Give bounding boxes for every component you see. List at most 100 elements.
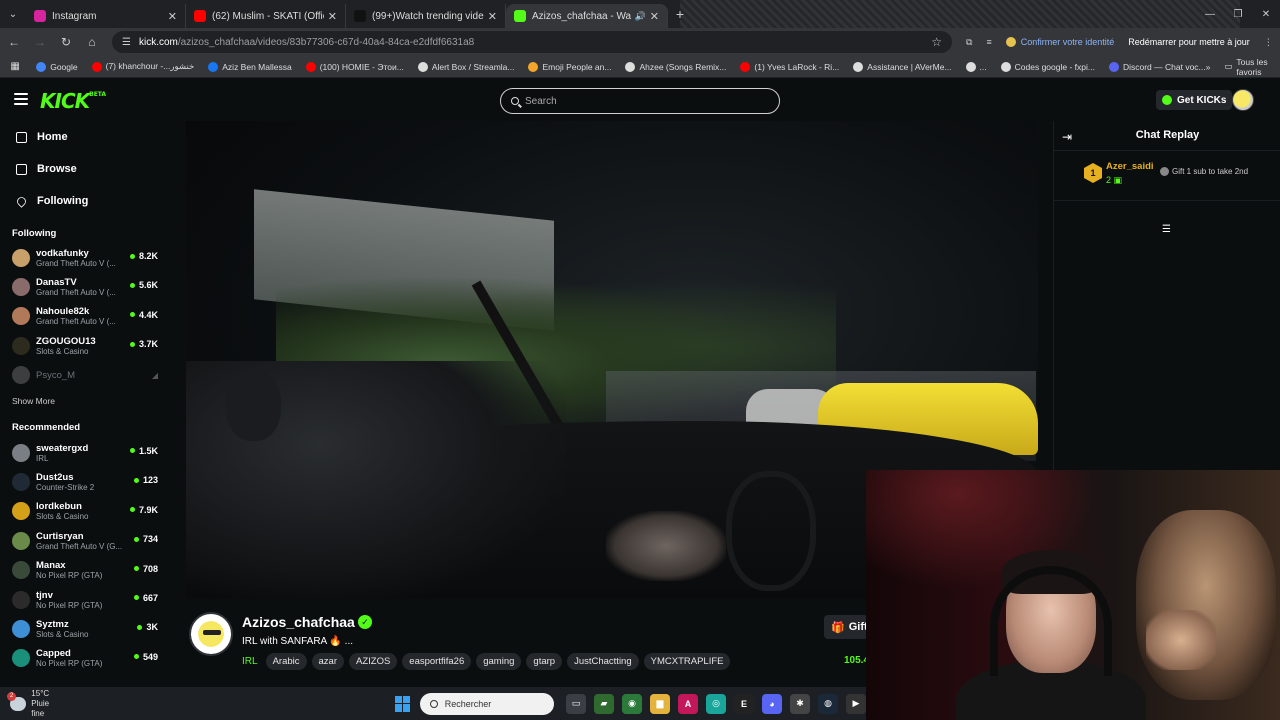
pinned-username[interactable]: Azer_saidi: [1106, 161, 1154, 172]
sidebar-channel[interactable]: Nahoule82k Grand Theft Auto V (... 4.4K: [0, 302, 170, 331]
bookmark-item[interactable]: Codes google - fxpi...: [1000, 61, 1095, 72]
windows-start-icon[interactable]: [395, 695, 410, 712]
address-bar[interactable]: ☰ kick.com /azizos_chafchaa/videos/83b77…: [112, 31, 952, 53]
forward-icon[interactable]: →: [28, 35, 52, 49]
sidebar-channel[interactable]: vodkafunky Grand Theft Auto V (... 8.2K: [0, 243, 170, 272]
task-view-icon[interactable]: ▭: [566, 693, 587, 714]
menu-icon[interactable]: [14, 93, 28, 105]
steam-icon[interactable]: ◍: [818, 693, 839, 714]
browser-tab[interactable]: (99+)Watch trending videos fo ✕: [346, 4, 506, 28]
tab-audio-icon[interactable]: 🔊: [635, 11, 646, 22]
bookmark-favicon-icon: [305, 61, 316, 72]
sidebar-channel[interactable]: ZGOUGOU13 Slots & Casino 3.7K: [0, 331, 170, 360]
browser-tab[interactable]: Instagram ✕: [26, 4, 186, 28]
expand-chat-icon[interactable]: ☰: [1162, 224, 1171, 235]
sidebar-channel[interactable]: Manax No Pixel RP (GTA) 708: [0, 556, 170, 585]
folder-icon[interactable]: ▆: [650, 693, 671, 714]
bookmark-item[interactable]: (1) Yves LaRock - Ri...: [740, 61, 839, 72]
bookmark-item[interactable]: (100) HOMIE - Этои...: [305, 61, 404, 72]
chrome-icon[interactable]: ◉: [622, 693, 643, 714]
media-icon[interactable]: ▶: [846, 693, 867, 714]
app-tool-icon[interactable]: ✱: [790, 693, 811, 714]
bookmark-item[interactable]: Alert Box / Streamla...: [417, 61, 514, 72]
extensions-icon[interactable]: ⧉: [966, 37, 972, 48]
bookmark-item[interactable]: Google: [36, 61, 78, 72]
stream-tag[interactable]: AZIZOS: [348, 653, 398, 670]
channel-name[interactable]: Azizos_chafchaa: [242, 614, 355, 630]
weather-widget[interactable]: 2 15°C Pluie fine: [7, 689, 61, 719]
bookmark-item[interactable]: Emoji People an...: [528, 61, 611, 72]
user-avatar[interactable]: [1232, 89, 1254, 111]
tab-search-icon[interactable]: ⌄: [0, 0, 26, 28]
maximize-icon[interactable]: ❐: [1224, 9, 1252, 20]
sidebar-channel[interactable]: Dust2us Counter-Strike 2 123: [0, 467, 170, 496]
sidebar-channel[interactable]: lordkebun Slots & Casino 7.9K: [0, 497, 170, 526]
bookmark-item[interactable]: Assistance | AVerMe...: [853, 61, 952, 72]
tab-close-icon[interactable]: ✕: [650, 10, 659, 23]
bookmark-item[interactable]: Discord — Chat voc...: [1108, 61, 1206, 72]
tab-close-icon[interactable]: ✕: [488, 10, 497, 23]
sidebar-channel[interactable]: Psyco_M ◢: [0, 361, 170, 390]
site-info-icon[interactable]: ☰: [122, 37, 131, 48]
channel-avatar[interactable]: [189, 612, 233, 656]
app-bot-icon[interactable]: ◎: [706, 693, 727, 714]
gift-button[interactable]: 🎁 Gift: [824, 615, 868, 639]
channel-category: Slots & Casino: [36, 512, 89, 522]
bookmark-item[interactable]: ...: [965, 61, 987, 72]
taskbar-search[interactable]: Rechercher: [419, 692, 555, 715]
show-more-button[interactable]: Show More: [0, 390, 170, 412]
stream-tag[interactable]: easportfifa26: [402, 653, 472, 670]
sidebar-channel[interactable]: sweatergxd IRL 1.5K: [0, 438, 170, 467]
apps-grid-icon[interactable]: ▦: [8, 61, 22, 72]
stream-tag[interactable]: YMCXTRAPLIFE: [643, 653, 731, 670]
nvidia-icon[interactable]: ▰: [594, 693, 615, 714]
browser-menu-icon[interactable]: ⋮: [1264, 37, 1273, 48]
home-page-icon[interactable]: ⌂: [80, 35, 104, 49]
webcam-art-hand: [1146, 610, 1216, 670]
minimize-icon[interactable]: —: [1196, 9, 1224, 20]
sidebar-nav-home[interactable]: Home: [0, 121, 170, 153]
all-bookmarks-button[interactable]: ▭ Tous les favoris: [1224, 57, 1270, 77]
reload-icon[interactable]: ↻: [54, 35, 78, 49]
app-a-icon[interactable]: A: [678, 693, 699, 714]
browser-tab[interactable]: (62) Muslim - SKATI (Official V ✕: [186, 4, 346, 28]
channel-avatar: [12, 473, 30, 492]
sidebar-channel[interactable]: Capped No Pixel RP (GTA) 549: [0, 644, 170, 673]
new-tab-icon[interactable]: +: [668, 6, 692, 22]
sidebar-channel[interactable]: Syztmz Slots & Casino 3K: [0, 614, 170, 643]
sidebar-nav-following[interactable]: Following: [0, 185, 170, 217]
pinned-gift-message: 1 Azer_saidi 2 ▣ Gift 1 sub to take 2nd …: [1054, 151, 1280, 235]
stream-tag[interactable]: Arabic: [265, 653, 307, 670]
sidebar-channel[interactable]: tjnv No Pixel RP (GTA) 667: [0, 585, 170, 614]
tab-close-icon[interactable]: ✕: [328, 10, 337, 23]
restart-update-button[interactable]: Redémarrer pour mettre à jour: [1128, 37, 1250, 47]
bookmark-star-icon[interactable]: ☆: [931, 35, 942, 49]
app-epic-icon[interactable]: E: [734, 693, 755, 714]
sidebar-channel[interactable]: DanasTV Grand Theft Auto V (... 5.6K: [0, 272, 170, 301]
media-control-icon[interactable]: ≡: [986, 37, 991, 47]
bookmarks-overflow-button[interactable]: »: [1206, 62, 1211, 72]
sidebar-channel[interactable]: Curtisryan Grand Theft Auto V (G... 734: [0, 526, 170, 555]
stream-tag[interactable]: azar: [311, 653, 344, 670]
browser-tab[interactable]: Azizos_chafchaa - Watch th 🔊 ✕: [506, 4, 668, 28]
stream-tag[interactable]: gaming: [476, 653, 522, 670]
gift-sub-prompt[interactable]: Gift 1 sub to take 2nd: [1160, 167, 1248, 176]
bookmark-item[interactable]: Ahzee (Songs Remix...: [625, 61, 726, 72]
stream-tag[interactable]: JustChactting: [567, 653, 639, 670]
close-window-icon[interactable]: ✕: [1252, 9, 1280, 20]
bookmark-item[interactable]: (7) khanchour -...خنشور: [91, 61, 194, 72]
get-kicks-button[interactable]: Get KICKs: [1156, 90, 1233, 110]
identity-button[interactable]: Confirmer votre identité: [1005, 37, 1114, 47]
discord-icon[interactable]: ◕: [762, 693, 783, 714]
tab-title: (99+)Watch trending videos fo: [372, 10, 484, 22]
back-icon[interactable]: ←: [2, 35, 26, 49]
bookmark-favicon-icon: [91, 61, 102, 72]
stream-tag[interactable]: gtarp: [526, 653, 563, 670]
kick-logo[interactable]: KICKBETA: [40, 89, 106, 113]
stream-category[interactable]: IRL: [242, 656, 258, 667]
search-input[interactable]: Search: [500, 88, 780, 114]
tab-close-icon[interactable]: ✕: [168, 10, 177, 23]
sidebar-nav-label: Following: [37, 195, 89, 207]
sidebar-nav-browse[interactable]: Browse: [0, 153, 170, 185]
bookmark-item[interactable]: Aziz Ben Mallessa: [208, 61, 292, 72]
